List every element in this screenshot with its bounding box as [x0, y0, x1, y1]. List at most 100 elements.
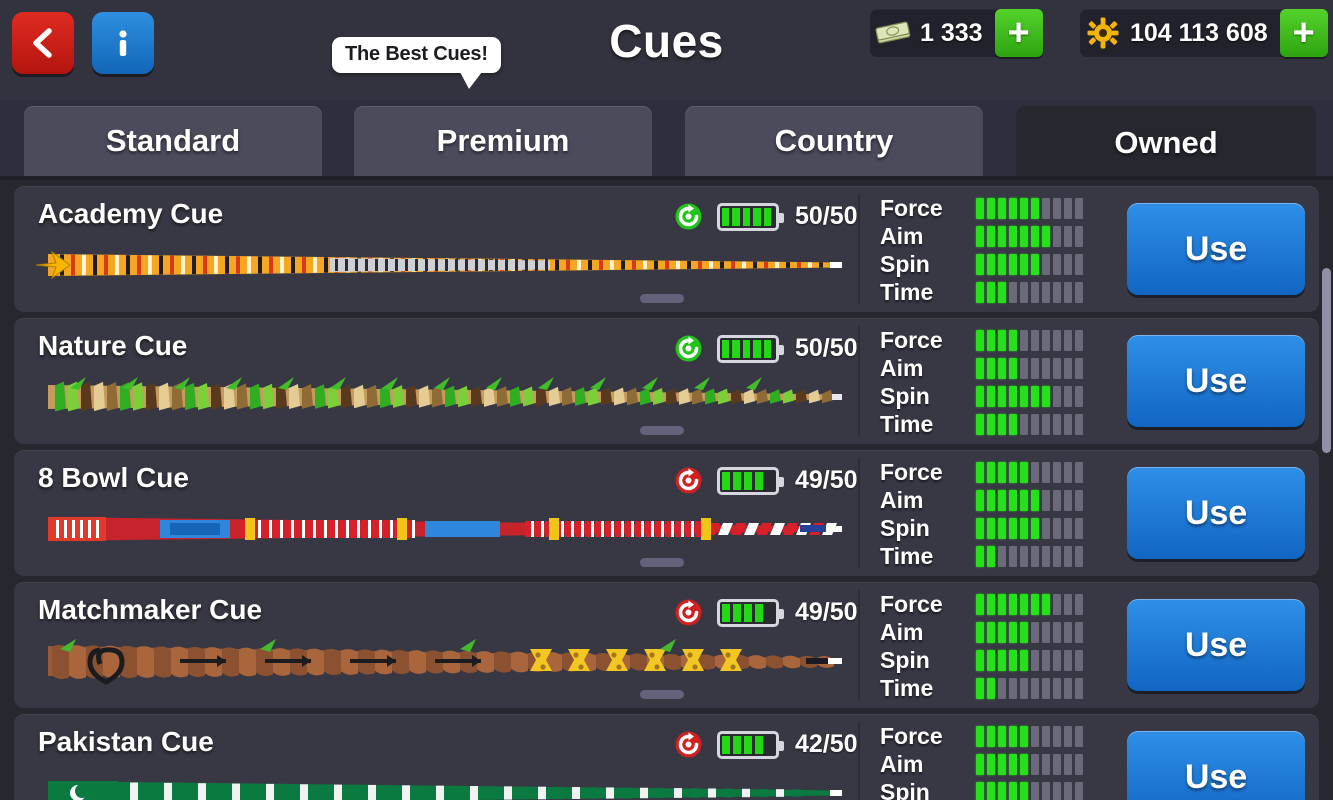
stat-label: Spin [880, 250, 930, 277]
stat-label: Force [880, 722, 943, 749]
stat-label: Time [880, 674, 934, 701]
tab-owned[interactable]: Owned [1016, 106, 1316, 180]
stat-bars-spin [976, 517, 1086, 539]
use-button[interactable]: Use [1127, 335, 1305, 427]
stat-segment [1031, 385, 1039, 407]
cue-card[interactable]: Academy Cue 50/50 Force Aim Spin Time Use [14, 186, 1319, 312]
charge-value: 49/50 [795, 598, 858, 626]
stat-row: Time [880, 410, 1086, 438]
stat-segment [976, 413, 984, 435]
stat-segment [1053, 649, 1061, 671]
stat-segment [1053, 413, 1061, 435]
stat-label: Aim [880, 618, 924, 645]
cue-drag-handle[interactable] [640, 558, 684, 567]
cue-card[interactable]: Matchmaker Cue 49/50 Force Aim Spin Time Use [14, 582, 1319, 708]
cue-drag-handle[interactable] [640, 294, 684, 303]
list-scrollbar[interactable] [1322, 268, 1331, 453]
stat-row: Time [880, 542, 1086, 570]
tab-country-label: Country [774, 123, 894, 158]
add-coins-button[interactable] [1279, 9, 1328, 57]
battery-bar [733, 471, 741, 490]
use-button[interactable]: Use [1127, 467, 1305, 559]
tab-premium[interactable]: Premium [354, 106, 652, 176]
add-cash-button[interactable] [994, 9, 1043, 57]
stat-bars-time [976, 281, 1086, 303]
stat-segment [1009, 489, 1017, 511]
stat-segment [1064, 413, 1072, 435]
card-divider [858, 194, 860, 304]
stat-segment [1009, 725, 1017, 747]
stat-segment [976, 545, 984, 567]
stat-segment [1031, 649, 1039, 671]
recharge-ready-icon[interactable] [674, 202, 703, 231]
stat-segment [987, 329, 995, 351]
battery-bar [722, 603, 730, 622]
stat-segment [998, 781, 1006, 800]
battery-bar [753, 207, 761, 226]
cue-drag-handle[interactable] [640, 426, 684, 435]
stat-segment [1064, 225, 1072, 247]
cue-name: Pakistan Cue [38, 726, 214, 757]
stat-segment [998, 413, 1006, 435]
cue-list[interactable]: Academy Cue 50/50 Force Aim Spin Time Use Natur… [0, 180, 1333, 800]
stat-segment [987, 593, 995, 615]
stat-segment [1064, 461, 1072, 483]
stat-segment [1053, 329, 1061, 351]
stat-row: Force [880, 458, 1086, 486]
stat-segment [1042, 593, 1050, 615]
stat-label: Time [880, 410, 934, 437]
stat-segment [998, 197, 1006, 219]
stat-segment [976, 253, 984, 275]
recharge-ready-icon[interactable] [674, 334, 703, 363]
card-divider [858, 458, 860, 568]
recharge-busy-icon[interactable] [674, 598, 703, 627]
back-button[interactable] [12, 12, 74, 74]
stat-row: Aim [880, 354, 1086, 382]
cue-name: Matchmaker Cue [38, 594, 263, 625]
stat-segment [1020, 385, 1028, 407]
charge-value: 50/50 [795, 202, 858, 230]
stat-segment [998, 677, 1006, 699]
recharge-busy-icon[interactable] [674, 730, 703, 759]
stat-segment [998, 649, 1006, 671]
stat-segment [987, 781, 995, 800]
card-divider [858, 590, 860, 700]
cue-card[interactable]: 8 Bowl Cue 49/50 Force Aim Spin Time Use [14, 450, 1319, 576]
tab-standard[interactable]: Standard [24, 106, 322, 176]
charge-value: 49/50 [795, 466, 858, 494]
use-button[interactable]: Use [1127, 731, 1305, 800]
stat-segment [1020, 197, 1028, 219]
cue-drag-handle[interactable] [640, 690, 684, 699]
stat-segment [987, 649, 995, 671]
battery-icon [717, 466, 784, 495]
cue-artwork [30, 766, 842, 800]
stat-row: Spin [880, 778, 1086, 800]
cue-card[interactable]: Nature Cue 50/50 Force Aim Spin Time Use [14, 318, 1319, 444]
recharge-busy-icon[interactable] [674, 466, 703, 495]
stat-segment [1009, 413, 1017, 435]
stat-segment [1031, 753, 1039, 775]
info-button[interactable] [92, 12, 154, 74]
cue-artwork [30, 370, 842, 424]
cue-artwork [30, 238, 842, 292]
stat-segment [1009, 649, 1017, 671]
tab-country[interactable]: Country [685, 106, 983, 176]
stat-segment [1020, 781, 1028, 800]
stat-segment [1020, 517, 1028, 539]
stat-label: Time [880, 542, 934, 569]
stat-segment [1042, 545, 1050, 567]
cue-stats: ForceAimSpinTime [880, 326, 1086, 438]
cue-stats: ForceAimSpinTime [880, 194, 1086, 306]
cue-card[interactable]: Pakistan Cue 42/50 ForceAimSpinTime Use [14, 714, 1319, 800]
stat-bars-aim [976, 225, 1086, 247]
use-button[interactable]: Use [1127, 203, 1305, 295]
currency-cash[interactable]: 1 333 [870, 9, 1043, 57]
stat-segment [1031, 253, 1039, 275]
use-button[interactable]: Use [1127, 599, 1305, 691]
stat-segment [1053, 545, 1061, 567]
stat-segment [1042, 253, 1050, 275]
stat-segment [1075, 677, 1083, 699]
currency-coins[interactable]: 104 113 608 [1080, 9, 1328, 57]
stat-segment [1075, 517, 1083, 539]
charge-status: 49/50 [674, 466, 858, 495]
